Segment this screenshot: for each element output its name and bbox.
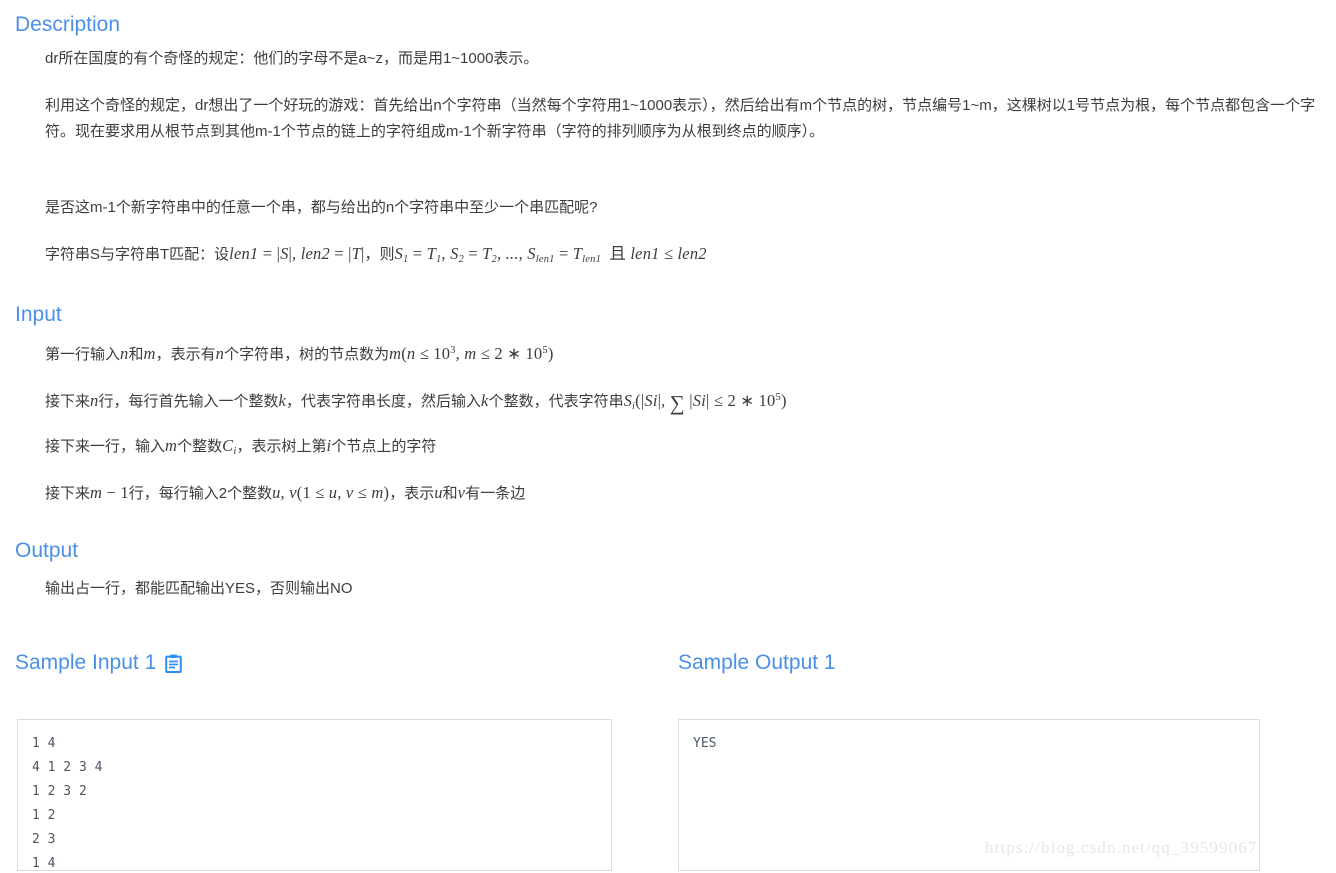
input-p4-and: 和: [442, 485, 458, 502]
description-paragraph-4: 字符串S与字符串T匹配：设len1 = |S|, len2 = |T|，则S1 …: [45, 241, 1335, 273]
input-paragraph-1: 第一行输入n和m，表示有n个字符串，树的节点数为m(n ≤ 103, m ≤ 2…: [45, 338, 1335, 368]
input-p3-mid2: ，表示树上第: [236, 438, 327, 455]
input-heading: Input: [15, 303, 62, 326]
watermark: https://blog.csdn.net/qq_39599067: [985, 838, 1258, 857]
description-heading: Description: [15, 13, 121, 36]
clipboard-icon[interactable]: [165, 654, 183, 674]
input-p2-var-k: k: [278, 390, 287, 410]
match-definition-prefix: 字符串S与字符串T匹配：设: [45, 246, 230, 263]
input-p2-mid3: 个整数，代表字符串: [488, 392, 624, 410]
input-p2-constraint-formula: Si(|Si|, ∑ |Si| ≤ 2 ∗ 105): [623, 390, 787, 415]
input-p4-suffix: 有一条边: [465, 485, 526, 502]
match-definition-formula-1: len1 = |S|, len2 = |T|: [229, 244, 365, 263]
input-p1-prefix: 第一行输入: [45, 345, 121, 363]
input-p1-mid2: 个字符串，树的节点数为: [224, 345, 390, 363]
input-p2-prefix: 接下来: [45, 392, 91, 410]
input-p4-formula-2: u, v(1 ≤ u, v ≤ m): [272, 483, 390, 502]
match-definition-formula-2: S1 = T1, S2 = T2, ..., Slen1 = Tlen1 且 l…: [394, 244, 707, 265]
sample-input-title-row: Sample Input 1: [15, 650, 183, 675]
input-p2-mid: 行，每行首先输入一个整数: [98, 392, 279, 410]
input-p4-var-u: u: [434, 483, 443, 502]
input-p1-var-m: m: [143, 343, 156, 363]
input-p3-var-m: m: [165, 436, 178, 455]
input-p3-prefix: 接下来一行，输入: [45, 438, 166, 455]
input-p3-var-c: Ci: [222, 436, 237, 457]
problem-statement-page: Description dr所在国度的有个奇怪的规定：他们的字母不是a~z，而是…: [0, 0, 1336, 873]
input-p3-mid: 个整数: [177, 438, 223, 455]
input-p4-mid: 行，每行输入2个整数: [128, 485, 273, 502]
input-p4-mid2: ，表示: [389, 485, 435, 502]
sample-input-box: 1 4 4 1 2 3 4 1 2 3 2 1 2 2 3 1 4: [17, 719, 612, 871]
input-p2-var-k2: k: [481, 390, 489, 410]
input-p1-and: 和: [128, 345, 144, 363]
input-p4-prefix: 接下来: [45, 485, 91, 502]
description-paragraph-3: 是否这m-1个新字符串中的任意一个串，都与给出的n个字符串中至少一个串匹配呢?: [45, 199, 598, 216]
description-paragraph-1: dr所在国度的有个奇怪的规定：他们的字母不是a~z，而是用1~1000表示。: [45, 50, 539, 67]
input-paragraph-3: 接下来一行，输入m个整数Ci，表示树上第i个节点上的字符: [45, 433, 1335, 465]
input-p3-suffix: 个节点上的字符: [331, 438, 437, 455]
input-p2-mid2: ，代表字符串长度，然后输入: [286, 392, 482, 410]
description-paragraph-2: 利用这个奇怪的规定，dr想出了一个好玩的游戏：首先给出n个字符串（当然每个字符用…: [45, 97, 1316, 140]
input-p1-constraint-formula: m(n ≤ 103, m ≤ 2 ∗ 105): [389, 343, 554, 363]
input-paragraph-4: 接下来m − 1行，每行输入2个整数u, v(1 ≤ u, v ≤ m)，表示u…: [45, 480, 1335, 507]
sample-output-heading: Sample Output 1: [678, 651, 836, 674]
match-definition-mid: ，则: [364, 246, 395, 263]
sample-input-heading: Sample Input 1: [15, 651, 157, 674]
input-paragraph-2: 接下来n行，每行首先输入一个整数k，代表字符串长度，然后输入k个整数，代表字符串…: [45, 385, 1335, 420]
input-p1-mid: ，表示有: [155, 345, 216, 363]
output-heading: Output: [15, 539, 79, 562]
output-paragraph-1: 输出占一行，都能匹配输出YES，否则输出NO: [45, 580, 353, 597]
input-p1-var-n2: n: [215, 343, 225, 363]
sample-output-title-row: Sample Output 1: [678, 650, 836, 675]
input-p4-formula-1: m − 1: [90, 483, 129, 502]
